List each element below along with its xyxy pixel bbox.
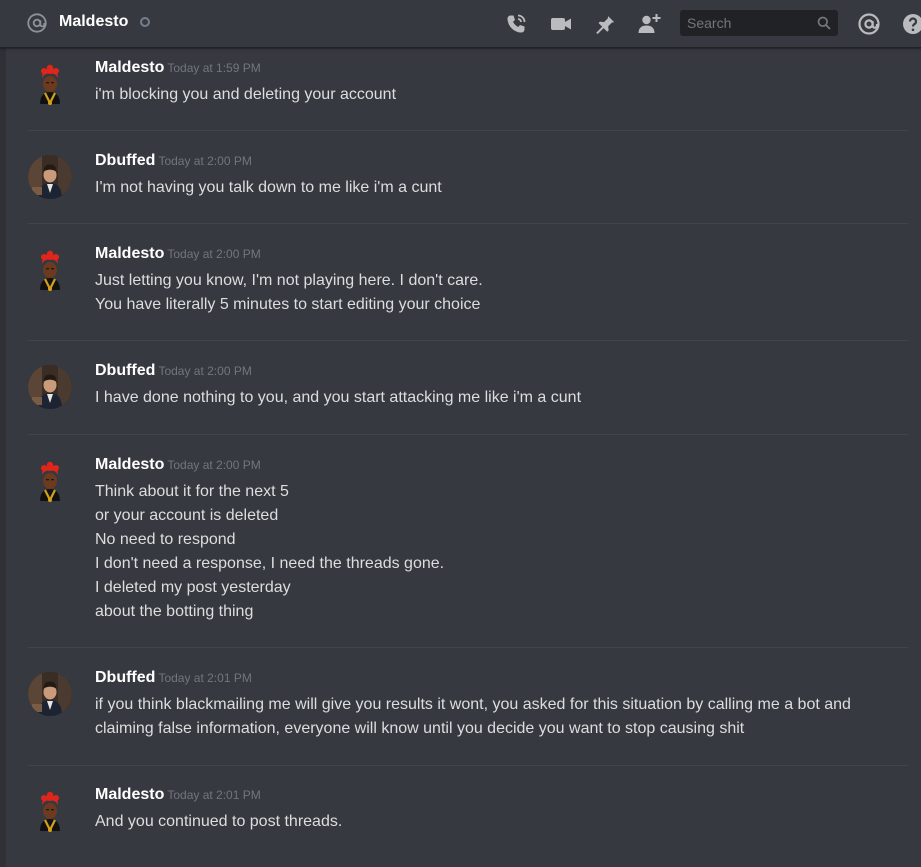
message-timestamp: Today at 2:01 PM [158,671,252,685]
message-timestamp: Today at 1:59 PM [167,61,261,75]
call-icon[interactable] [504,12,528,36]
message-divider [28,340,908,341]
message-timestamp: Today at 2:00 PM [158,154,252,168]
mentions-icon[interactable] [857,12,881,36]
avatar[interactable] [28,789,72,833]
sidebar-edge [0,0,6,867]
message-body: Think about it for the next 5 or your acc… [95,480,895,624]
status-offline-icon [140,17,150,27]
message-body: if you think blackmailing me will give y… [95,693,895,741]
message-line: No need to respond [95,531,236,548]
message-author[interactable]: Dbuffed Today at 2:00 PM [95,152,252,170]
avatar[interactable] [28,248,72,292]
message-author[interactable]: Maldesto Today at 2:00 PM [95,245,261,263]
message-line: I have done nothing to you, and you star… [95,389,582,406]
avatar[interactable] [28,459,72,503]
message-timestamp: Today at 2:00 PM [167,458,261,472]
avatar[interactable] [28,365,72,409]
message-divider [28,434,908,435]
message-line: about the botting thing [95,603,254,620]
pin-icon[interactable] [593,12,617,36]
author-name[interactable]: Dbuffed [95,152,155,169]
message-author[interactable]: Maldesto Today at 1:59 PM [95,59,261,77]
message-line: i'm blocking you and deleting your accou… [95,86,397,103]
author-name[interactable]: Maldesto [95,456,164,473]
video-icon[interactable] [549,12,573,36]
author-name[interactable]: Maldesto [95,786,164,803]
author-name[interactable]: Dbuffed [95,669,155,686]
message-line: And you continued to post threads. [95,813,343,830]
message-line: I'm not having you talk down to me like … [95,179,442,196]
dm-window: Maldesto Search Maldesto Today at 1:59 P… [0,0,921,867]
channel-header: Maldesto [0,0,921,48]
message-divider [28,765,908,766]
message-line: Just letting you know, I'm not playing h… [95,272,483,289]
at-icon [27,13,47,33]
message-divider [28,647,908,648]
message-timestamp: Today at 2:00 PM [158,364,252,378]
search-bar[interactable] [680,10,838,36]
message-line: I deleted my post yesterday [95,579,291,596]
message-author[interactable]: Maldesto Today at 2:01 PM [95,786,261,804]
message-author[interactable]: Dbuffed Today at 2:01 PM [95,669,252,687]
message-timestamp: Today at 2:00 PM [167,247,261,261]
author-name[interactable]: Maldesto [95,59,164,76]
message-body: Just letting you know, I'm not playing h… [95,269,895,317]
message-divider [28,130,908,131]
message-line: if you think blackmailing me will give y… [95,696,851,713]
author-name[interactable]: Maldesto [95,245,164,262]
message-body: And you continued to post threads. [95,810,895,834]
message-body: I'm not having you talk down to me like … [95,176,895,200]
add-friend-icon[interactable] [637,12,661,36]
message-timestamp: Today at 2:01 PM [167,788,261,802]
avatar[interactable] [28,155,72,199]
message-line: claiming false information, everyone wil… [95,720,745,737]
search-input[interactable] [680,15,810,31]
message-body: i'm blocking you and deleting your accou… [95,83,895,107]
message-line: I don't need a response, I need the thre… [95,555,445,572]
message-body: I have done nothing to you, and you star… [95,386,895,410]
message-line: or your account is deleted [95,507,279,524]
channel-title: Maldesto [59,13,129,30]
author-name[interactable]: Dbuffed [95,362,155,379]
message-divider [28,223,908,224]
message-author[interactable]: Maldesto Today at 2:00 PM [95,456,261,474]
search-icon [817,16,831,30]
message-line: Think about it for the next 5 [95,483,289,500]
avatar[interactable] [28,672,72,716]
message-author[interactable]: Dbuffed Today at 2:00 PM [95,362,252,380]
help-icon[interactable] [901,12,921,36]
avatar[interactable] [28,62,72,106]
message-line: You have literally 5 minutes to start ed… [95,296,481,313]
